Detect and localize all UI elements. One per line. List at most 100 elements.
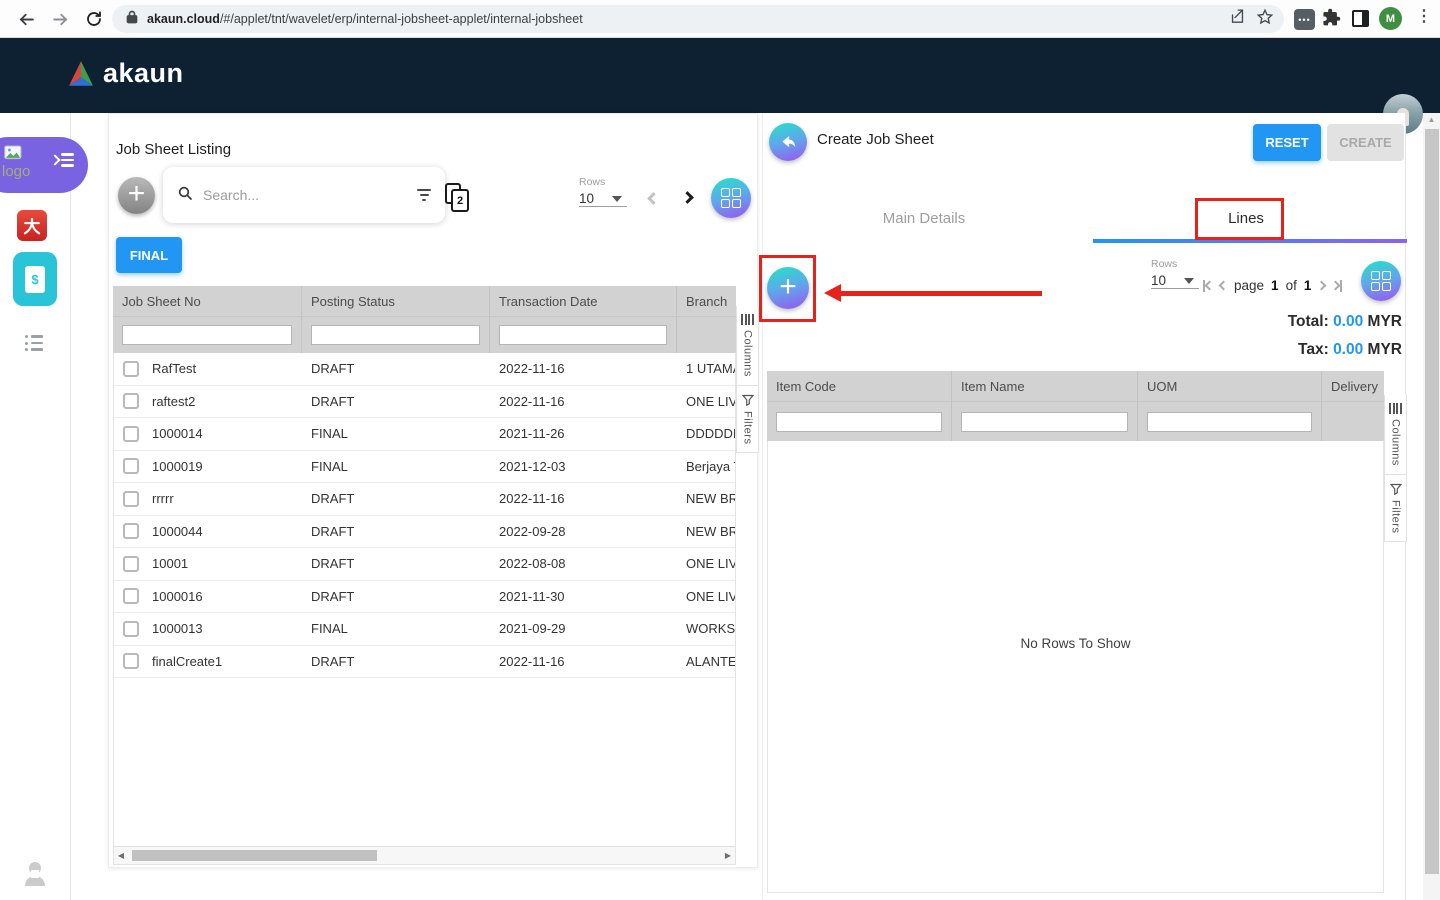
collapse-menu-icon[interactable]: [51, 153, 74, 167]
table-row[interactable]: rrrrrDRAFT2022-11-16NEW BRA: [114, 483, 735, 516]
lines-columns-tab[interactable]: Columns: [1385, 395, 1406, 475]
lines-filters-tab[interactable]: Filters: [1385, 475, 1406, 541]
prev-page-button[interactable]: [1219, 281, 1229, 291]
col-uom[interactable]: UOM: [1137, 371, 1321, 401]
cell-posting-status: DRAFT: [302, 491, 490, 506]
columns-icon: [741, 314, 754, 325]
bookmark-star-icon[interactable]: [1256, 8, 1274, 31]
table-row[interactable]: 10001DRAFT2022-08-08ONE LIVIN: [114, 548, 735, 581]
rows-dropdown-caret[interactable]: [612, 196, 622, 202]
pages-icon[interactable]: 2: [449, 187, 469, 212]
table-row[interactable]: 1000044DRAFT2022-09-28NEW BRA: [114, 516, 735, 549]
browser-back-icon[interactable]: [14, 7, 38, 31]
row-checkbox[interactable]: [123, 361, 139, 377]
share-icon[interactable]: [1229, 8, 1246, 30]
akaun-logo[interactable]: akaun: [66, 58, 184, 89]
scroll-up-arrow[interactable]: ▲: [1423, 115, 1440, 124]
scroll-left-arrow[interactable]: ◀: [114, 851, 128, 860]
lines-table-body: No Rows To Show: [767, 441, 1384, 893]
cell-jobsheet-no: raftest2: [114, 393, 302, 409]
row-checkbox[interactable]: [123, 556, 139, 572]
table-row[interactable]: 1000013FINAL2021-09-29WORKSH: [114, 613, 735, 646]
browser-reload-icon[interactable]: [82, 7, 106, 31]
page-vertical-scrollbar[interactable]: ▲: [1423, 113, 1440, 900]
lines-rows-per-page[interactable]: Rows 10: [1151, 258, 1199, 289]
listing-filter-row: [113, 316, 736, 353]
cell-jobsheet-no: 1000014: [114, 426, 302, 442]
browser-profile-avatar[interactable]: M: [1379, 7, 1402, 30]
row-checkbox[interactable]: [123, 588, 139, 604]
col-posting-status[interactable]: Posting Status: [301, 286, 489, 316]
search-filter-icon[interactable]: [417, 189, 431, 201]
row-checkbox[interactable]: [123, 426, 139, 442]
cell-posting-status: DRAFT: [302, 524, 490, 539]
last-page-button[interactable]: [1332, 280, 1342, 292]
vertical-scrollbar-thumb[interactable]: [1425, 129, 1439, 874]
col-transaction-date[interactable]: Transaction Date: [489, 286, 676, 316]
col-item-code[interactable]: Item Code: [767, 371, 951, 401]
table-row[interactable]: RafTestDRAFT2022-11-161 UTAMA: [114, 353, 735, 386]
create-button[interactable]: CREATE: [1327, 124, 1404, 161]
table-row[interactable]: 1000014FINAL2021-11-26DDDDDDD: [114, 418, 735, 451]
scrollbar-thumb[interactable]: [132, 850, 377, 861]
columns-tab[interactable]: Columns: [737, 306, 758, 386]
cell-branch: DDDDDDD: [677, 426, 735, 441]
back-button[interactable]: [769, 123, 807, 161]
extensions-puzzle-icon[interactable]: [1322, 8, 1341, 32]
next-page-button[interactable]: [1317, 281, 1327, 291]
table-row[interactable]: raftest2DRAFT2022-11-16ONE LIVIN: [114, 386, 735, 419]
sidebar-app-cjk-icon[interactable]: [17, 210, 47, 241]
col-branch[interactable]: Branch: [676, 286, 736, 316]
filter-posting-status[interactable]: [311, 325, 480, 345]
filter-item-name[interactable]: [961, 412, 1128, 432]
table-row[interactable]: 1000016DRAFT2021-11-30ONE LIVIN: [114, 581, 735, 614]
add-jobsheet-button[interactable]: +: [118, 177, 155, 214]
rows-per-page-control[interactable]: Rows 10: [579, 176, 627, 207]
filter-uom[interactable]: [1147, 412, 1312, 432]
sidebar-user-icon[interactable]: [23, 860, 47, 891]
prev-page-chevron[interactable]: [647, 192, 660, 205]
row-checkbox[interactable]: [123, 491, 139, 507]
next-page-chevron[interactable]: [681, 191, 694, 204]
filter-transaction-date[interactable]: [499, 325, 667, 345]
filters-tab[interactable]: Filters: [737, 386, 758, 452]
listing-title: Job Sheet Listing: [116, 141, 231, 158]
table-row[interactable]: finalCreate1DRAFT2022-11-16ALANTES: [114, 646, 735, 679]
lines-pagination: page 1 of 1: [1203, 278, 1342, 293]
horizontal-scrollbar[interactable]: ◀ ▶: [113, 846, 736, 865]
lines-rows-caret[interactable]: [1184, 278, 1194, 284]
sidebar-list-icon[interactable]: [25, 335, 43, 351]
sidebar-app-billing-icon[interactable]: $: [13, 252, 57, 306]
grid-view-button[interactable]: [711, 178, 751, 218]
final-filter-button[interactable]: FINAL: [116, 237, 182, 273]
listing-side-tabs: Columns Filters: [736, 306, 759, 453]
row-checkbox[interactable]: [123, 653, 139, 669]
table-row[interactable]: 1000019FINAL2021-12-03Berjaya Ti: [114, 451, 735, 484]
tab-main-details[interactable]: Main Details: [763, 195, 1085, 241]
reset-button[interactable]: RESET: [1253, 124, 1321, 161]
sidebar-logo-pill[interactable]: logo: [0, 137, 88, 193]
cell-branch: ONE LIVIN: [677, 589, 735, 604]
cell-jobsheet-no: finalCreate1: [114, 653, 302, 669]
search-input[interactable]: [201, 186, 417, 204]
row-checkbox[interactable]: [123, 621, 139, 637]
filter-jobsheet-no[interactable]: [122, 325, 292, 345]
row-checkbox[interactable]: [123, 458, 139, 474]
extension-button[interactable]: •••: [1294, 9, 1315, 30]
search-box[interactable]: [163, 167, 445, 223]
side-panel-icon[interactable]: [1352, 10, 1369, 27]
row-checkbox[interactable]: [123, 523, 139, 539]
first-page-button[interactable]: [1203, 280, 1213, 292]
col-delivery[interactable]: Delivery: [1321, 371, 1384, 401]
jobsheet-listing-panel: Job Sheet Listing + 2 Rows 10 FINA: [108, 113, 758, 868]
row-checkbox[interactable]: [123, 393, 139, 409]
address-bar[interactable]: akaun.cloud/#/applet/tnt/wavelet/erp/int…: [112, 5, 1284, 33]
search-icon: [177, 185, 193, 206]
filter-item-code[interactable]: [776, 412, 942, 432]
browser-forward-icon[interactable]: [48, 7, 72, 31]
scroll-right-arrow[interactable]: ▶: [721, 851, 735, 860]
col-jobsheet-no[interactable]: Job Sheet No: [113, 286, 301, 316]
browser-menu-icon[interactable]: ⋮: [1416, 6, 1432, 26]
lines-grid-view-button[interactable]: [1361, 261, 1401, 301]
col-item-name[interactable]: Item Name: [951, 371, 1137, 401]
